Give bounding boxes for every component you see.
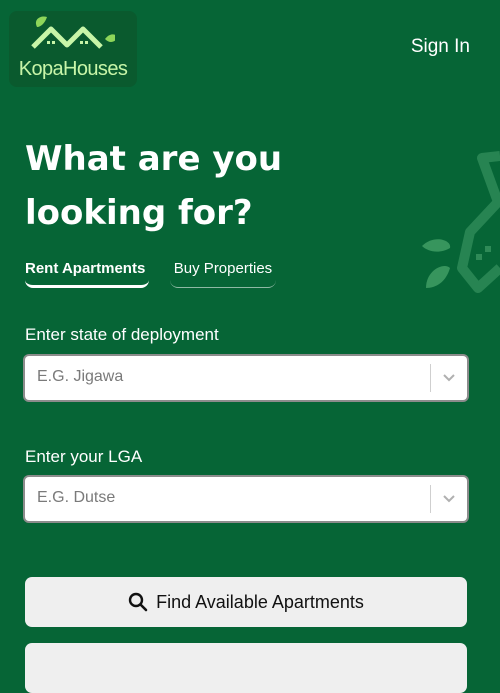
page-headline: What are you looking for?: [25, 139, 283, 233]
logo[interactable]: KopaHouses: [9, 11, 137, 87]
houses-logo-icon: [31, 16, 115, 49]
state-field-label: Enter state of deployment: [25, 325, 219, 344]
state-select-placeholder: E.G. Jigawa: [37, 368, 124, 385]
select-divider: [430, 485, 431, 513]
state-select[interactable]: E.G. Jigawa: [25, 356, 467, 400]
decorative-house-icon: [422, 151, 500, 293]
find-apartments-button[interactable]: Find Available Apartments: [25, 577, 467, 627]
lga-select[interactable]: E.G. Dutse: [25, 477, 467, 521]
lga-field-label: Enter your LGA: [25, 447, 143, 466]
chevron-down-icon[interactable]: [442, 492, 456, 506]
logo-text: KopaHouses: [18, 58, 128, 80]
select-divider: [430, 364, 431, 392]
search-icon: [128, 592, 148, 612]
sign-in-link[interactable]: Sign In: [411, 36, 470, 58]
tab-rent-apartments[interactable]: Rent Apartments: [25, 260, 149, 288]
secondary-button[interactable]: [25, 643, 467, 693]
chevron-down-icon[interactable]: [442, 371, 456, 385]
lga-select-placeholder: E.G. Dutse: [37, 489, 116, 506]
find-apartments-label: Find Available Apartments: [156, 591, 364, 612]
tab-buy-properties[interactable]: Buy Properties: [170, 260, 276, 288]
